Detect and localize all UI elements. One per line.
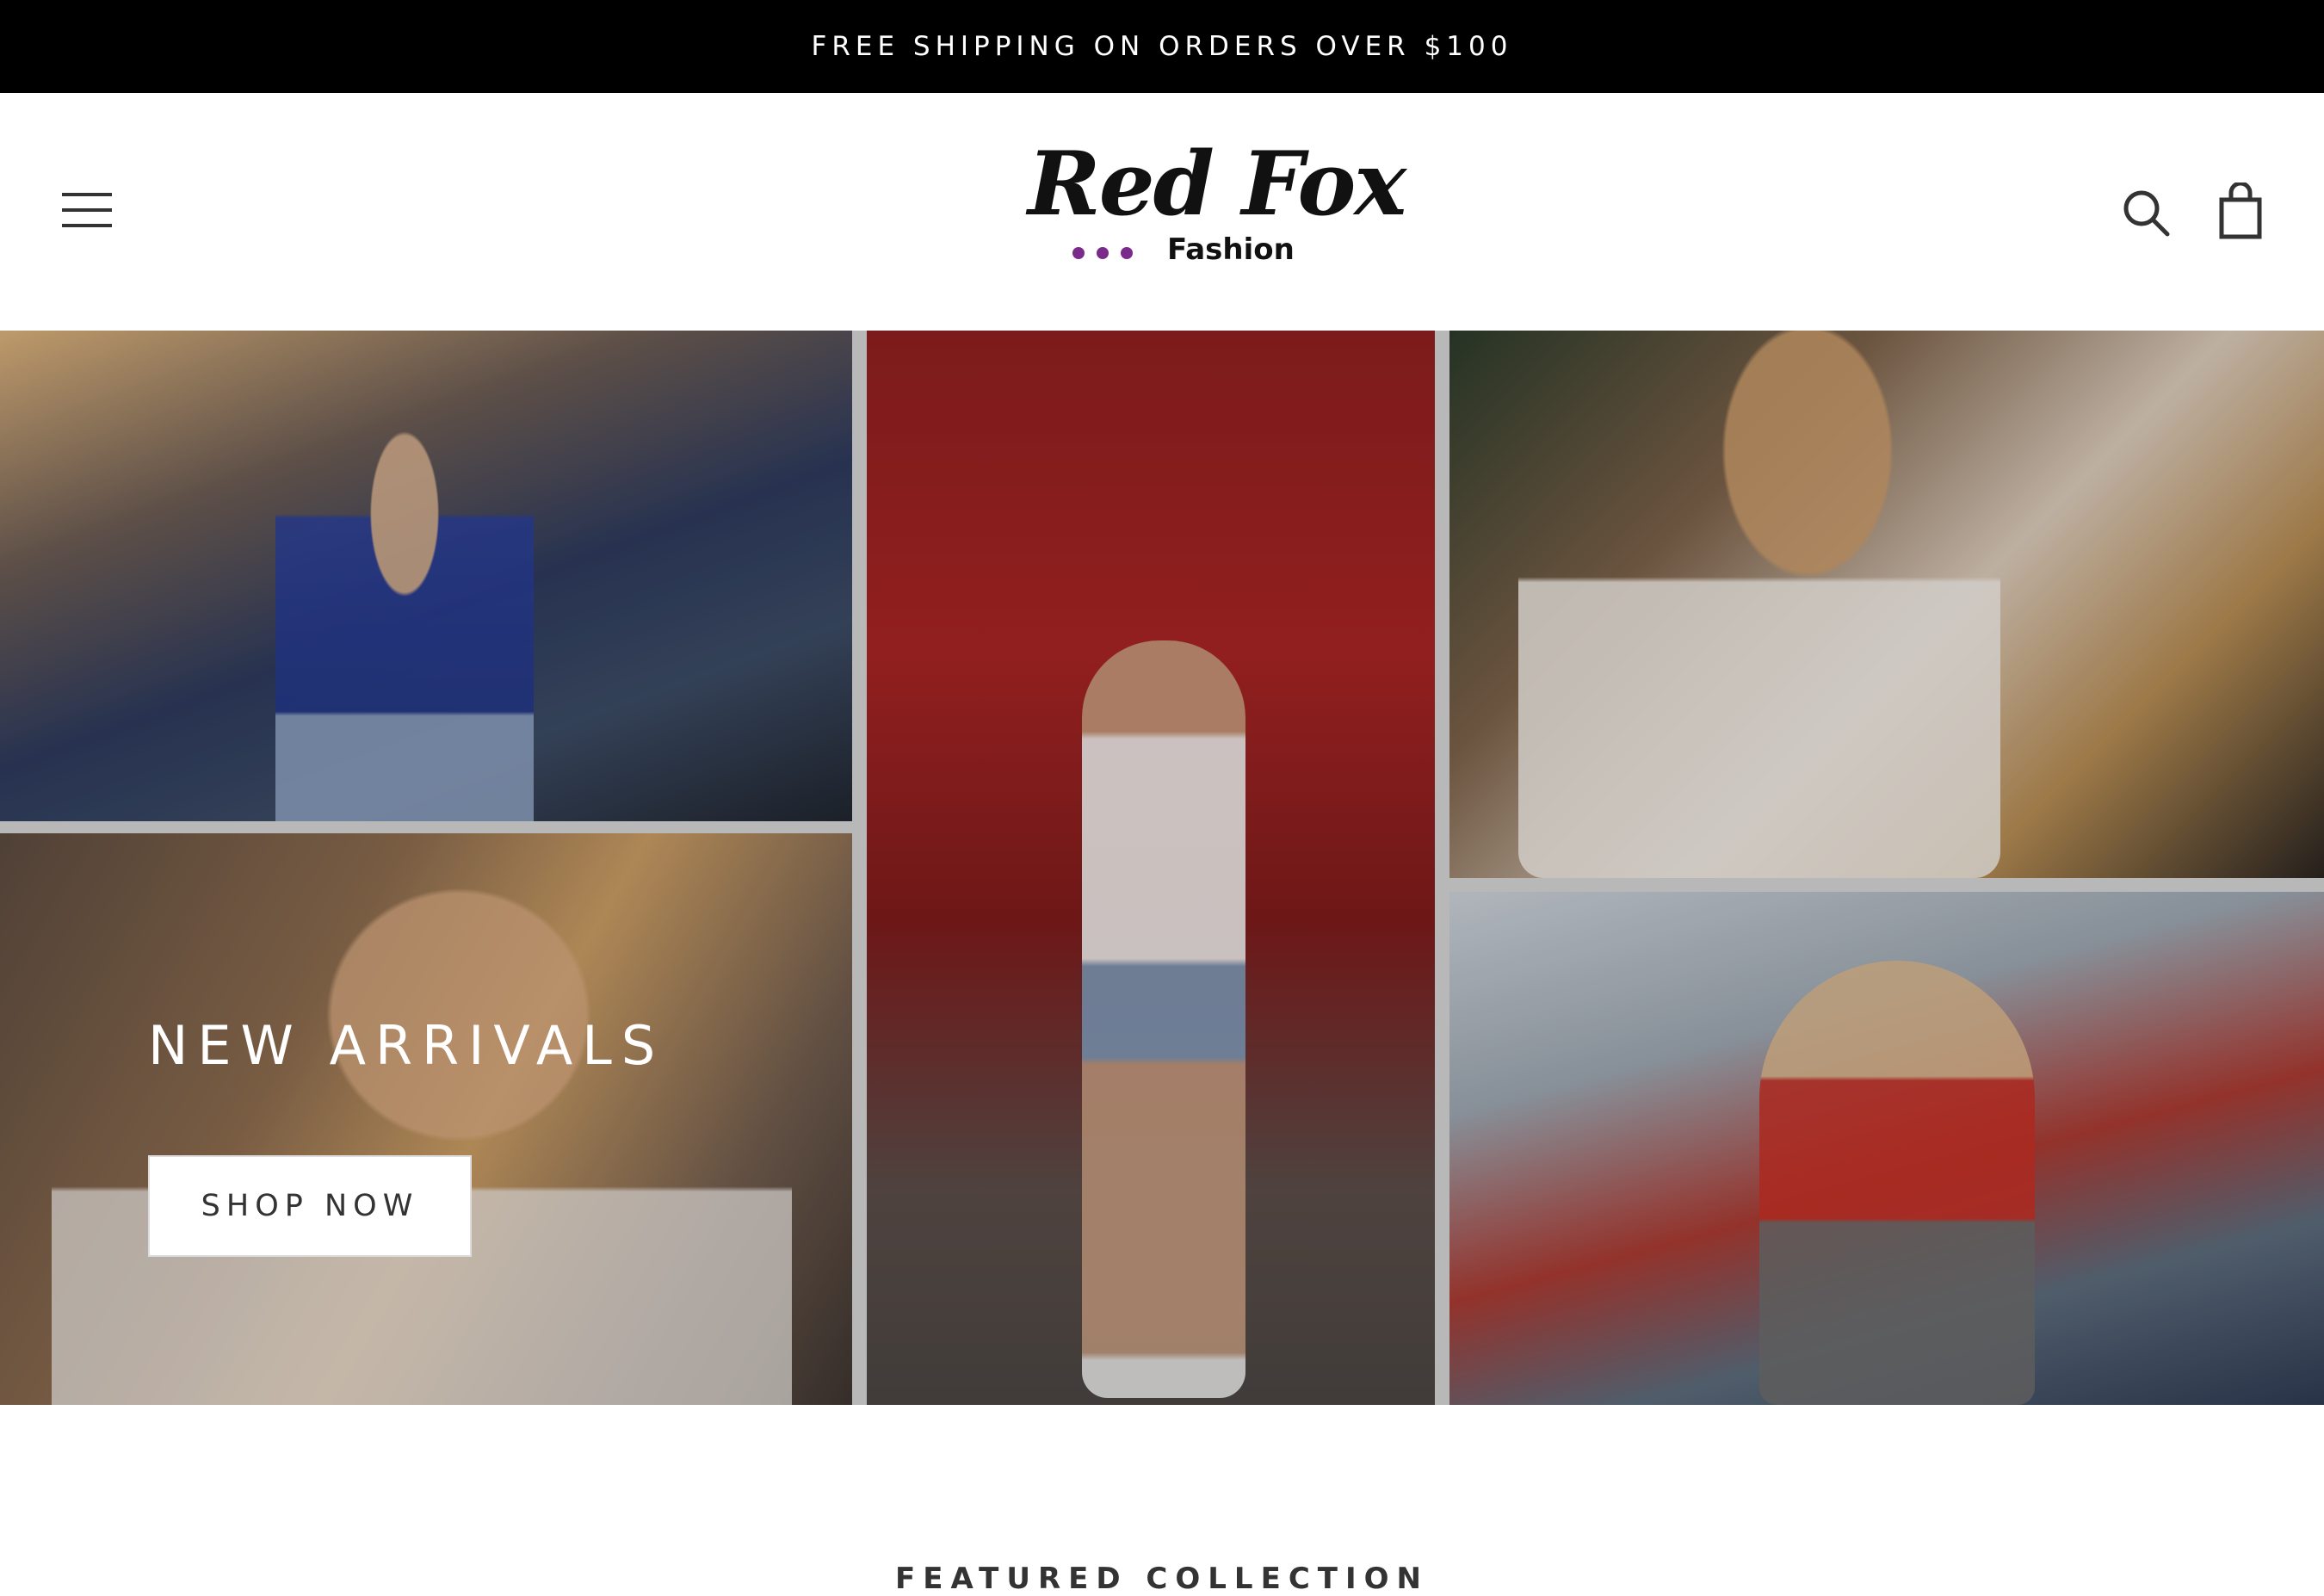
logo-dots bbox=[1072, 247, 1133, 259]
cart-button[interactable] bbox=[2219, 181, 2262, 239]
hero-photo-couple bbox=[0, 833, 852, 1405]
featured-collection-heading: FEATURED COLLECTION bbox=[895, 1562, 1429, 1596]
announcement-text: FREE SHIPPING ON ORDERS OVER $100 bbox=[811, 31, 1513, 62]
search-button[interactable] bbox=[2121, 188, 2171, 238]
menu-button[interactable] bbox=[59, 189, 114, 231]
site-header: Red Fox Fashion bbox=[0, 93, 2324, 331]
hero-heading: NEW ARRIVALS bbox=[148, 1014, 665, 1077]
hamburger-icon bbox=[62, 193, 112, 227]
hero-photo-red-wall bbox=[867, 331, 1435, 1405]
site-logo[interactable]: Red Fox Fashion bbox=[1024, 140, 1406, 287]
shop-now-button[interactable]: SHOP NOW bbox=[148, 1155, 472, 1257]
logo-subtitle: Fashion bbox=[1167, 232, 1295, 267]
hero-photo-swing-ride bbox=[1449, 892, 2324, 1405]
hero-photo-man-sunglasses bbox=[1449, 331, 2324, 878]
search-icon bbox=[2123, 190, 2170, 237]
logo-wordmark: Red Fox bbox=[1028, 133, 1406, 236]
shopping-bag-icon bbox=[2219, 181, 2262, 239]
hero-photo-carnival-woman bbox=[0, 331, 852, 821]
announcement-bar: FREE SHIPPING ON ORDERS OVER $100 bbox=[0, 0, 2324, 93]
